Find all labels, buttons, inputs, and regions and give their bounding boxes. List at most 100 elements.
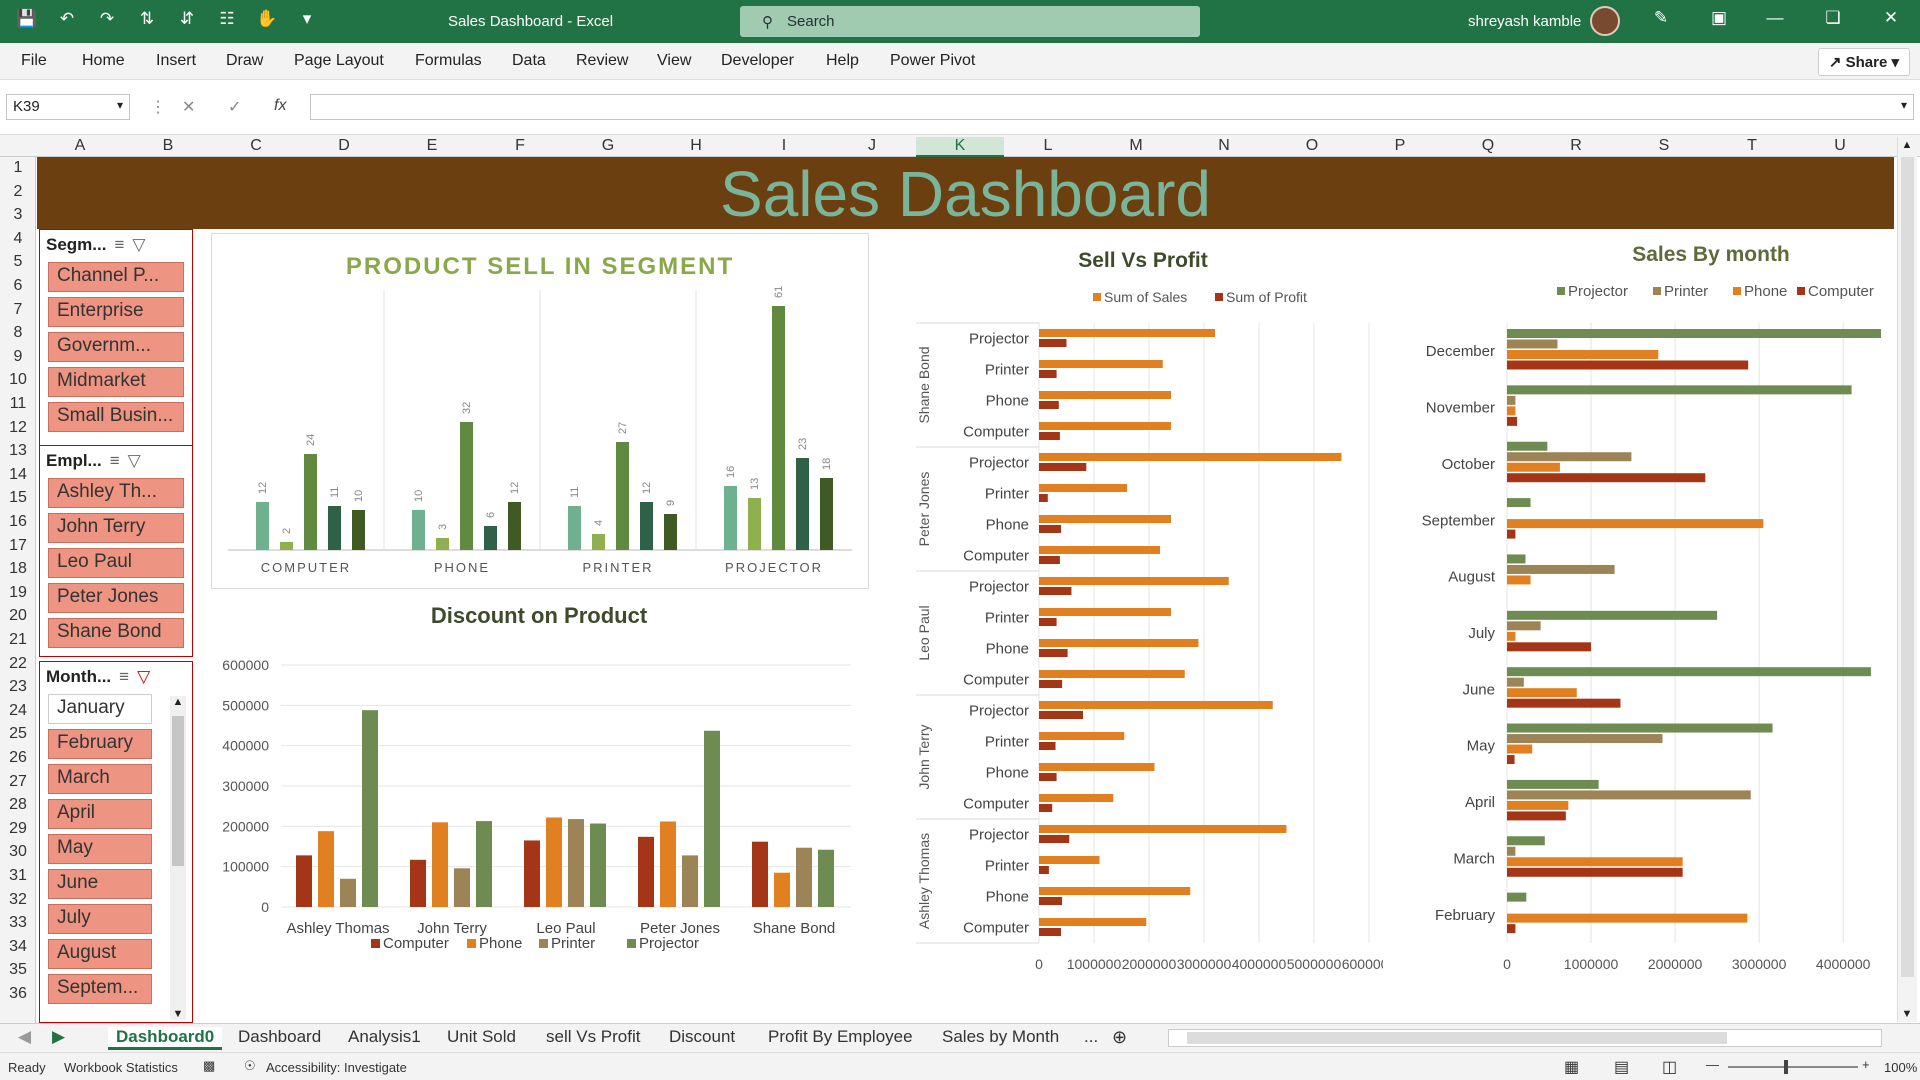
row-header-8[interactable]: 8 bbox=[0, 324, 36, 342]
tab-discount[interactable]: Discount bbox=[661, 1027, 743, 1047]
tab-scroll-right-icon[interactable]: ▶ bbox=[44, 1027, 73, 1047]
column-header-p[interactable]: P bbox=[1390, 137, 1410, 155]
zoom-in-icon[interactable]: + bbox=[1862, 1057, 1870, 1072]
row-header-13[interactable]: 13 bbox=[0, 442, 36, 460]
product-sell-chart[interactable]: PRODUCT SELL IN SEGMENT COMPUTER 12 2 24 11 10… bbox=[211, 233, 869, 589]
row-header-36[interactable]: 36 bbox=[0, 985, 36, 1003]
column-header-f[interactable]: F bbox=[510, 137, 530, 155]
row-header-28[interactable]: 28 bbox=[0, 796, 36, 814]
clear-filter-icon[interactable]: ▽ bbox=[128, 451, 141, 471]
slicer-item-peter[interactable]: Peter Jones bbox=[48, 583, 184, 613]
row-header-10[interactable]: 10 bbox=[0, 371, 36, 389]
workbook-statistics[interactable]: Workbook Statistics bbox=[64, 1060, 178, 1075]
row-header-4[interactable]: 4 bbox=[0, 230, 36, 248]
menu-help[interactable]: Help bbox=[826, 52, 859, 70]
vertical-scroll-thumb[interactable] bbox=[1901, 157, 1914, 977]
tab-dashboard0[interactable]: Dashboard0 bbox=[108, 1027, 223, 1050]
multi-select-icon[interactable]: ≡ bbox=[119, 667, 129, 687]
scroll-up-icon[interactable]: ▲ bbox=[170, 696, 186, 708]
page-break-icon[interactable]: ◫ bbox=[1662, 1057, 1677, 1077]
cancel-icon[interactable]: ✕ bbox=[182, 97, 195, 117]
discount-chart[interactable]: Discount on Product 0 100000 200000 300000 40… bbox=[211, 593, 869, 1013]
sell-vs-profit-chart[interactable]: Sell Vs Profit Sum of Sales Sum of Profit 0… bbox=[873, 233, 1396, 1015]
row-header-5[interactable]: 5 bbox=[0, 253, 36, 271]
scroll-down-icon[interactable]: ▼ bbox=[1898, 1008, 1916, 1020]
redo-icon[interactable]: ↷ bbox=[94, 9, 120, 29]
accessibility-status[interactable]: Accessibility: Investigate bbox=[266, 1060, 407, 1075]
column-header-h[interactable]: H bbox=[686, 137, 706, 155]
horizontal-scrollbar[interactable] bbox=[1168, 1029, 1882, 1047]
column-header-b[interactable]: B bbox=[158, 137, 178, 155]
menu-developer[interactable]: Developer bbox=[721, 52, 794, 70]
column-header-k[interactable]: K bbox=[916, 137, 1004, 157]
search-box[interactable]: ⚲ Search bbox=[740, 6, 1200, 37]
sort-ascending-icon[interactable]: ⇅ bbox=[134, 9, 160, 29]
slicer-item-enterprise[interactable]: Enterprise bbox=[48, 297, 184, 327]
row-header-27[interactable]: 27 bbox=[0, 773, 36, 791]
menu-draw[interactable]: Draw bbox=[226, 52, 263, 70]
row-header-21[interactable]: 21 bbox=[0, 631, 36, 649]
scroll-down-icon[interactable]: ▼ bbox=[170, 1008, 186, 1020]
column-header-d[interactable]: D bbox=[334, 137, 354, 155]
tab-profit-by-employee[interactable]: Profit By Employee bbox=[760, 1027, 921, 1047]
column-header-q[interactable]: Q bbox=[1478, 137, 1498, 155]
column-header-g[interactable]: G bbox=[598, 137, 618, 155]
avatar[interactable] bbox=[1590, 6, 1620, 36]
menu-file[interactable]: File bbox=[21, 52, 47, 70]
column-header-i[interactable]: I bbox=[774, 137, 794, 155]
row-header-22[interactable]: 22 bbox=[0, 655, 36, 673]
minimize-icon[interactable]: — bbox=[1760, 8, 1790, 28]
slicer-scroll-thumb[interactable] bbox=[172, 716, 184, 866]
zoom-level[interactable]: 100% bbox=[1884, 1060, 1917, 1075]
column-header-s[interactable]: S bbox=[1654, 137, 1674, 155]
column-header-u[interactable]: U bbox=[1830, 137, 1850, 155]
column-header-t[interactable]: T bbox=[1742, 137, 1762, 155]
row-header-6[interactable]: 6 bbox=[0, 277, 36, 295]
org-chart-icon[interactable]: ☷ bbox=[214, 9, 240, 29]
column-header-n[interactable]: N bbox=[1214, 137, 1234, 155]
column-header-o[interactable]: O bbox=[1302, 137, 1322, 155]
zoom-out-icon[interactable]: — bbox=[1706, 1057, 1719, 1072]
row-header-14[interactable]: 14 bbox=[0, 466, 36, 484]
menu-power-pivot[interactable]: Power Pivot bbox=[890, 52, 975, 70]
column-header-e[interactable]: E bbox=[422, 137, 442, 155]
tab-unit-sold[interactable]: Unit Sold bbox=[439, 1027, 524, 1047]
row-header-23[interactable]: 23 bbox=[0, 678, 36, 696]
row-header-30[interactable]: 30 bbox=[0, 843, 36, 861]
slicer-item-government[interactable]: Governm... bbox=[48, 332, 184, 362]
row-header-20[interactable]: 20 bbox=[0, 607, 36, 625]
row-header-3[interactable]: 3 bbox=[0, 206, 36, 224]
slicer-item-shane[interactable]: Shane Bond bbox=[48, 618, 184, 648]
slicer-item-march[interactable]: March bbox=[48, 764, 152, 794]
zoom-slider[interactable] bbox=[1728, 1060, 1858, 1074]
pen-icon[interactable]: ✎ bbox=[1646, 8, 1676, 28]
sales-by-month-chart[interactable]: Sales By month Projector Printer Phone Compu… bbox=[1383, 233, 1893, 1015]
tab-scroll-left-icon[interactable]: ◀ bbox=[10, 1027, 39, 1047]
vertical-scrollbar[interactable]: ▲ ▼ bbox=[1897, 137, 1917, 1022]
scroll-up-icon[interactable]: ▲ bbox=[1898, 139, 1916, 151]
menu-review[interactable]: Review bbox=[576, 52, 628, 70]
enter-icon[interactable]: ✓ bbox=[228, 97, 241, 117]
slicer-item-ashley[interactable]: Ashley Th... bbox=[48, 478, 184, 508]
slicer-item-august[interactable]: August bbox=[48, 939, 152, 969]
ribbon-display-icon[interactable]: ▣ bbox=[1704, 8, 1734, 28]
slicer-item-june[interactable]: June bbox=[48, 869, 152, 899]
row-header-15[interactable]: 15 bbox=[0, 489, 36, 507]
row-header-34[interactable]: 34 bbox=[0, 938, 36, 956]
close-icon[interactable]: ✕ bbox=[1876, 8, 1906, 28]
slicer-item-july[interactable]: July bbox=[48, 904, 152, 934]
insert-function-icon[interactable]: fx bbox=[274, 97, 286, 115]
normal-view-icon[interactable]: ▦ bbox=[1564, 1057, 1579, 1077]
customize-toolbar-icon[interactable]: ▾ bbox=[294, 9, 320, 29]
user-name[interactable]: shreyash kamble bbox=[1468, 13, 1581, 30]
slicer-item-may[interactable]: May bbox=[48, 834, 152, 864]
slicer-item-small-business[interactable]: Small Busin... bbox=[48, 402, 184, 432]
touch-mode-icon[interactable]: ✋ bbox=[254, 9, 280, 29]
sort-descending-icon[interactable]: ⇵ bbox=[174, 9, 200, 29]
row-header-31[interactable]: 31 bbox=[0, 867, 36, 885]
slicer-item-midmarket[interactable]: Midmarket bbox=[48, 367, 184, 397]
tab-more[interactable]: ... bbox=[1076, 1027, 1106, 1047]
clear-filter-icon[interactable]: ▽ bbox=[132, 235, 145, 255]
row-header-35[interactable]: 35 bbox=[0, 961, 36, 979]
row-header-12[interactable]: 12 bbox=[0, 419, 36, 437]
